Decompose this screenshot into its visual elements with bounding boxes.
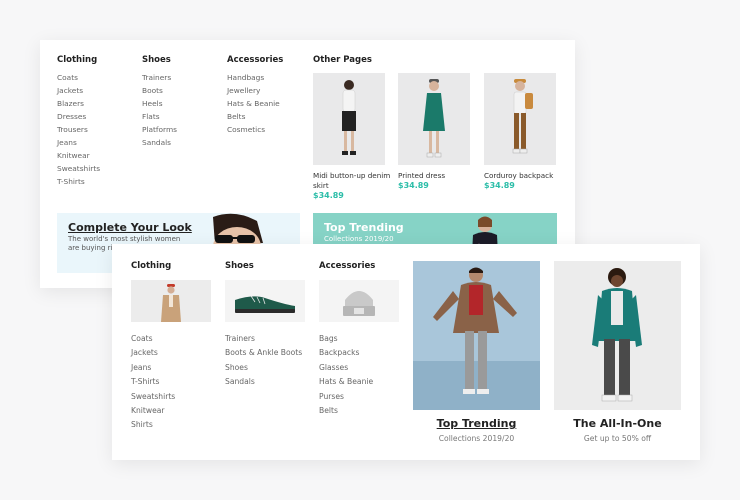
- menu-link[interactable]: Sandals: [142, 136, 177, 149]
- menu-link[interactable]: Sweatshirts: [131, 390, 175, 404]
- column-title-accessories: Accessories: [227, 55, 284, 65]
- product-name[interactable]: Midi button-up denim skirt: [313, 171, 391, 191]
- product-image-denim-skirt[interactable]: [313, 73, 385, 165]
- menu-link[interactable]: Boots: [142, 84, 177, 97]
- column-title-other-pages: Other Pages: [313, 55, 372, 65]
- menu-link[interactable]: Purses: [319, 390, 373, 404]
- menu-link[interactable]: Sweatshirts: [57, 162, 100, 175]
- category-image-clothing[interactable]: [131, 280, 211, 322]
- menu-link[interactable]: Backpacks: [319, 346, 373, 360]
- banner-title[interactable]: Complete Your Look: [68, 221, 192, 234]
- clothing-link-list: Coats Jackets Blazers Dresses Trousers J…: [57, 71, 100, 188]
- product-price: $34.89: [313, 191, 344, 200]
- column-title-accessories: Accessories: [319, 261, 376, 271]
- product-name[interactable]: Corduroy backpack: [484, 171, 562, 181]
- accessories-link-list: Handbags Jewellery Hats & Beanie Belts C…: [227, 71, 280, 136]
- menu-link[interactable]: Jewellery: [227, 84, 280, 97]
- column-title-clothing: Clothing: [131, 261, 172, 271]
- banner-title[interactable]: Top Trending: [324, 221, 404, 234]
- menu-link[interactable]: Heels: [142, 97, 177, 110]
- promo-title[interactable]: The All-In-One: [554, 417, 681, 430]
- menu-link[interactable]: Dresses: [57, 110, 100, 123]
- menu-link[interactable]: Jackets: [131, 346, 175, 360]
- menu-link[interactable]: Hats & Beanie: [227, 97, 280, 110]
- shoes-link-list: Trainers Boots & Ankle Boots Shoes Sanda…: [225, 332, 302, 390]
- column-title-shoes: Shoes: [225, 261, 254, 271]
- product-price: $34.89: [398, 181, 429, 190]
- column-title-shoes: Shoes: [142, 55, 171, 65]
- product-image-corduroy-backpack[interactable]: [484, 73, 556, 165]
- menu-link[interactable]: Shoes: [225, 361, 302, 375]
- menu-link[interactable]: Coats: [57, 71, 100, 84]
- promo-subtitle: Collections 2019/20: [438, 434, 515, 443]
- promo-image-top-trending[interactable]: [413, 261, 540, 410]
- promo-image-all-in-one[interactable]: [554, 261, 681, 410]
- menu-link[interactable]: Jackets: [57, 84, 100, 97]
- menu-link[interactable]: Knitwear: [57, 149, 100, 162]
- mega-menu-front: Clothing Coats Jackets Jeans T-Shirts Sw…: [112, 244, 700, 460]
- menu-link[interactable]: Jeans: [57, 136, 100, 149]
- product-name[interactable]: Printed dress: [398, 171, 476, 181]
- menu-link[interactable]: Boots & Ankle Boots: [225, 346, 302, 360]
- menu-link[interactable]: Platforms: [142, 123, 177, 136]
- column-title-clothing: Clothing: [57, 55, 98, 65]
- promo-subtitle: Get up to 50% off: [583, 434, 652, 443]
- menu-link[interactable]: Shirts: [131, 418, 175, 432]
- category-image-accessories[interactable]: [319, 280, 399, 322]
- accessories-link-list: Bags Backpacks Glasses Hats & Beanie Pur…: [319, 332, 373, 418]
- menu-link[interactable]: Trousers: [57, 123, 100, 136]
- menu-link[interactable]: Coats: [131, 332, 175, 346]
- menu-link[interactable]: Flats: [142, 110, 177, 123]
- shoes-link-list: Trainers Boots Heels Flats Platforms San…: [142, 71, 177, 149]
- menu-link[interactable]: Hats & Beanie: [319, 375, 373, 389]
- menu-link[interactable]: Glasses: [319, 361, 373, 375]
- menu-link[interactable]: Bags: [319, 332, 373, 346]
- menu-link[interactable]: Blazers: [57, 97, 100, 110]
- promo-title[interactable]: Top Trending: [413, 417, 540, 430]
- menu-link[interactable]: Cosmetics: [227, 123, 280, 136]
- menu-link[interactable]: Belts: [227, 110, 280, 123]
- banner-subtitle: Collections 2019/20: [324, 235, 394, 243]
- menu-link[interactable]: Knitwear: [131, 404, 175, 418]
- menu-link[interactable]: Sandals: [225, 375, 302, 389]
- menu-link[interactable]: Jeans: [131, 361, 175, 375]
- category-image-shoes[interactable]: [225, 280, 305, 322]
- menu-link[interactable]: T-Shirts: [57, 175, 100, 188]
- product-image-printed-dress[interactable]: [398, 73, 470, 165]
- menu-link[interactable]: Belts: [319, 404, 373, 418]
- menu-link[interactable]: Trainers: [225, 332, 302, 346]
- menu-link[interactable]: T-Shirts: [131, 375, 175, 389]
- menu-link[interactable]: Handbags: [227, 71, 280, 84]
- product-price: $34.89: [484, 181, 515, 190]
- clothing-link-list: Coats Jackets Jeans T-Shirts Sweatshirts…: [131, 332, 175, 433]
- menu-link[interactable]: Trainers: [142, 71, 177, 84]
